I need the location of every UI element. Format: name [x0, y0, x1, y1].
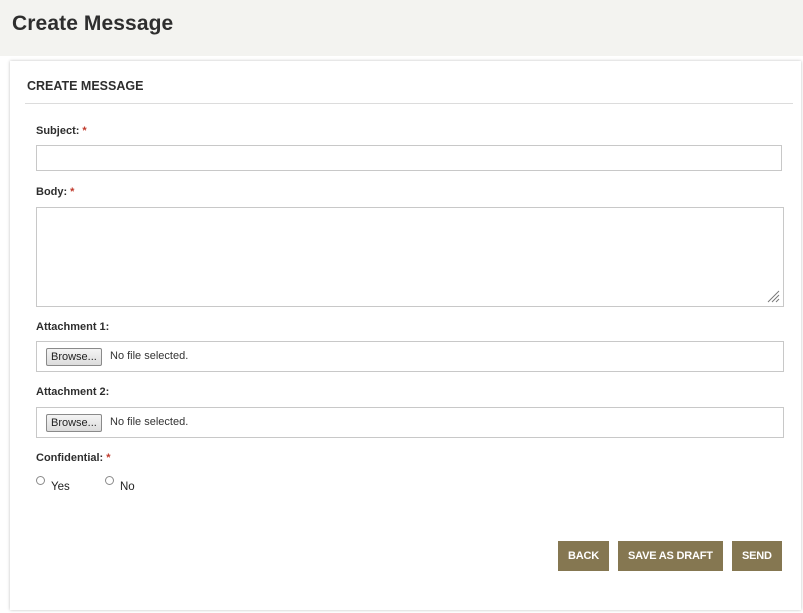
confidential-no-radio[interactable] — [105, 476, 114, 485]
confidential-yes-label[interactable]: Yes — [51, 481, 70, 493]
save-as-draft-button[interactable]: SAVE AS DRAFT — [618, 541, 723, 571]
body-textarea[interactable] — [36, 207, 784, 307]
confidential-label-text: Confidential: — [36, 452, 104, 464]
confidential-required-mark: * — [106, 452, 111, 464]
body-label: Body: * — [36, 186, 74, 198]
attachment2-browse-button[interactable]: Browse... — [46, 414, 102, 432]
attachment1-status: No file selected. — [110, 350, 189, 362]
attachment2-status: No file selected. — [110, 416, 189, 428]
send-button[interactable]: SEND — [732, 541, 782, 571]
attachment1-browse-button[interactable]: Browse... — [46, 348, 102, 366]
subject-input[interactable] — [36, 145, 782, 171]
subject-required-mark: * — [82, 125, 87, 137]
page-header: Create Message — [0, 0, 803, 56]
confidential-yes-radio[interactable] — [36, 476, 45, 485]
confidential-no-label[interactable]: No — [120, 481, 135, 493]
attachment2-file-input[interactable]: Browse... No file selected. — [36, 407, 784, 438]
attachment2-label: Attachment 2: — [36, 386, 110, 398]
body-required-mark: * — [70, 186, 75, 198]
resize-grip-icon[interactable] — [766, 289, 780, 303]
panel-title: CREATE MESSAGE — [27, 79, 144, 93]
attachment1-label: Attachment 1: — [36, 321, 110, 333]
create-message-panel: CREATE MESSAGE Subject: * Body: * Attachme… — [10, 61, 801, 610]
subject-label-text: Subject: — [36, 125, 80, 137]
page-title: Create Message — [12, 12, 174, 35]
body-label-text: Body: — [36, 186, 68, 198]
subject-label: Subject: * — [36, 125, 87, 137]
panel-divider — [25, 103, 793, 104]
back-button[interactable]: BACK — [558, 541, 609, 571]
confidential-label: Confidential: * — [36, 452, 111, 464]
attachment1-file-input[interactable]: Browse... No file selected. — [36, 341, 784, 372]
